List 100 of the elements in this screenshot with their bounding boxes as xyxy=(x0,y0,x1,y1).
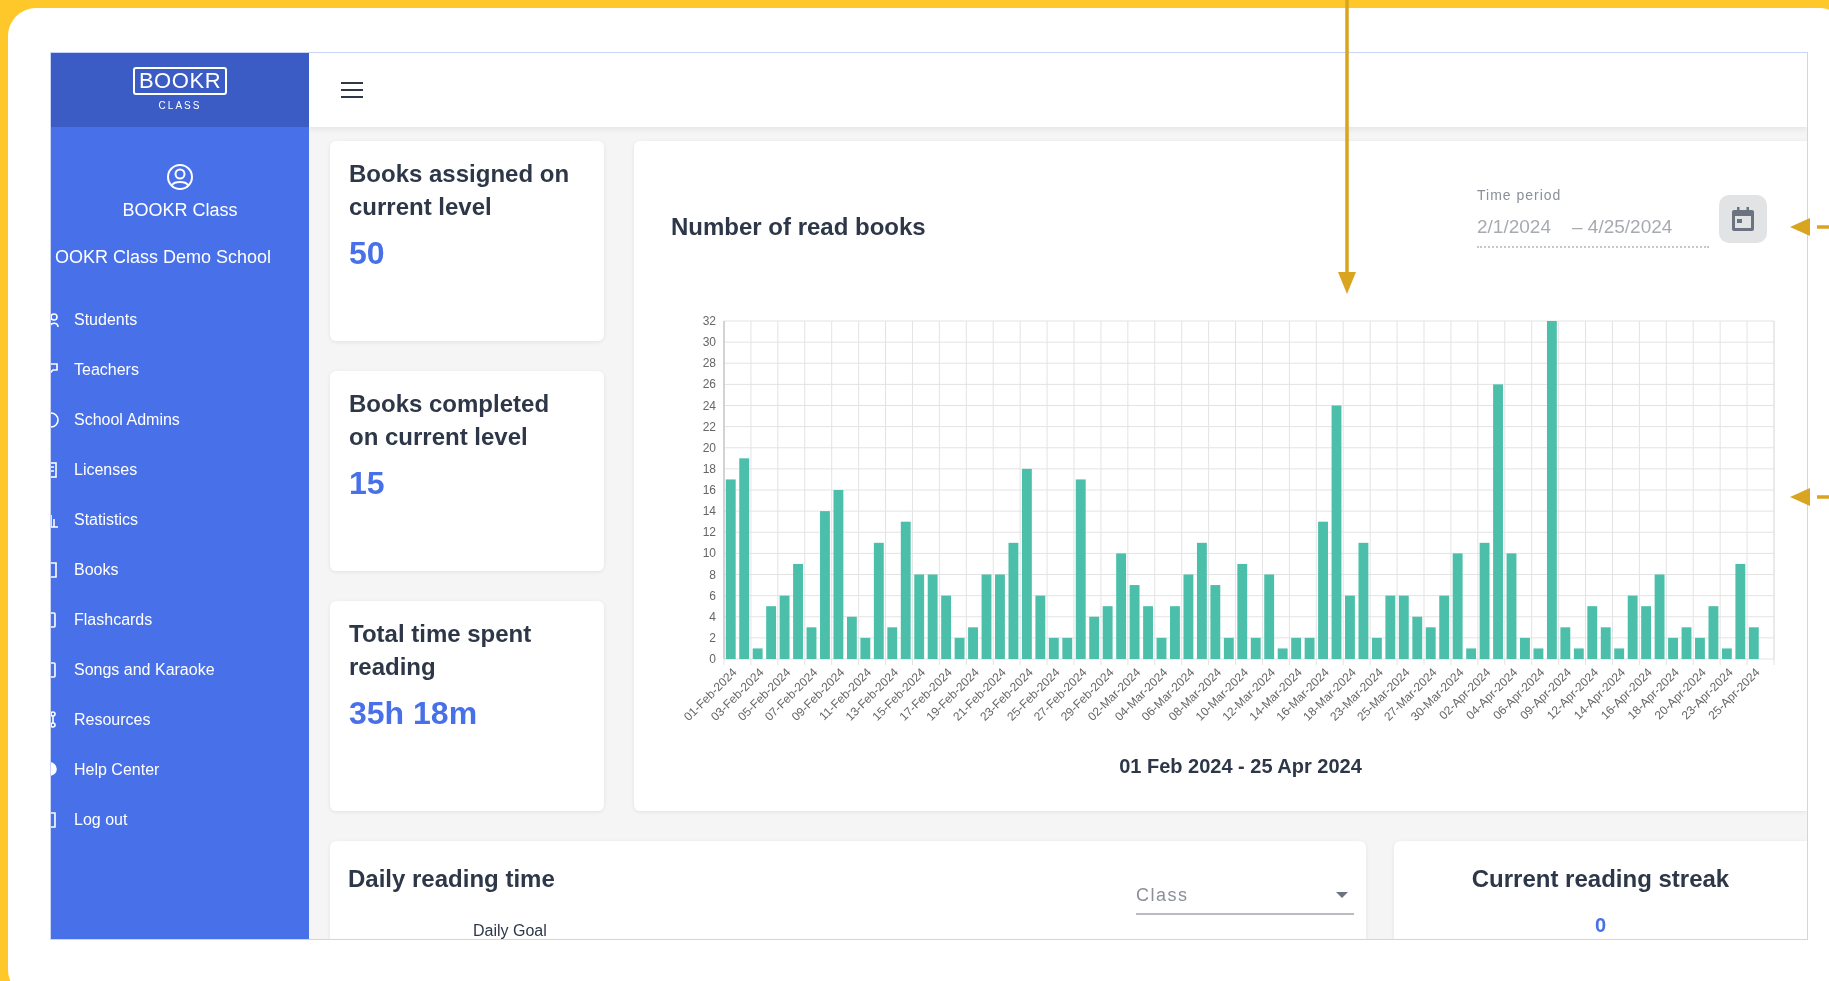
chart-axis-title: 01 Feb 2024 - 25 Apr 2024 xyxy=(1118,754,1363,779)
bar xyxy=(1614,648,1625,659)
nav-item[interactable]: Songs and Karaoke xyxy=(51,659,309,681)
bar xyxy=(846,616,857,659)
bar xyxy=(1573,648,1584,659)
y-tick-label: 12 xyxy=(702,525,716,540)
bar xyxy=(1385,595,1396,659)
stat-value: 50 xyxy=(349,234,386,273)
bar xyxy=(1721,648,1732,659)
y-tick-label: 20 xyxy=(702,440,716,455)
bar xyxy=(1170,606,1180,659)
bar xyxy=(1250,637,1261,659)
bar xyxy=(1371,637,1382,659)
bar xyxy=(1466,648,1477,659)
bar xyxy=(1600,627,1611,659)
bar xyxy=(1223,637,1234,659)
bar xyxy=(1668,637,1678,659)
bar xyxy=(860,637,871,659)
logo-wordmark: BOOKR xyxy=(132,67,228,95)
stat-title: Total time spent reading xyxy=(349,619,533,682)
bar xyxy=(1156,637,1167,659)
bar xyxy=(1520,637,1530,659)
nav-item[interactable]: Resources xyxy=(51,709,309,731)
y-tick-label: 32 xyxy=(702,314,716,328)
user-circle-icon xyxy=(166,163,194,191)
legend-label: Daily Goal xyxy=(473,921,547,939)
bar xyxy=(1089,616,1100,659)
bar xyxy=(1748,627,1759,659)
bar xyxy=(806,627,817,659)
stat-value: 35h 18m xyxy=(349,694,479,733)
bar xyxy=(1412,616,1423,659)
bar xyxy=(887,627,898,659)
logo-subtitle: CLASS xyxy=(158,99,202,113)
y-tick-label: 16 xyxy=(702,483,716,497)
y-tick-label: 26 xyxy=(702,377,716,392)
y-tick-label: 6 xyxy=(709,588,716,603)
nav-item[interactable]: Statistics xyxy=(51,509,309,531)
y-tick-label: 18 xyxy=(702,461,716,476)
bar xyxy=(1627,595,1638,659)
bar xyxy=(1304,637,1315,659)
y-tick-label: 28 xyxy=(702,356,716,371)
dropdown-caret-icon xyxy=(1336,892,1348,898)
bar xyxy=(752,648,763,659)
nav-item[interactable]: School Admins xyxy=(51,409,309,431)
nav-item[interactable]: Licenses xyxy=(51,459,309,481)
card-title: Daily reading time xyxy=(348,864,555,894)
bar xyxy=(1398,595,1409,659)
stat-title: Books assigned on current level xyxy=(349,159,571,222)
y-tick-label: 0 xyxy=(709,652,716,666)
school-name: OOKR Class Demo School xyxy=(54,246,273,269)
calendar-icon xyxy=(1732,207,1754,231)
bar xyxy=(1345,595,1355,659)
y-tick-label: 4 xyxy=(709,609,716,624)
y-tick-label: 10 xyxy=(702,546,716,561)
bar xyxy=(779,595,790,659)
bar xyxy=(1708,606,1719,659)
bar xyxy=(1533,648,1544,659)
y-tick-label: 24 xyxy=(702,398,716,413)
nav-item[interactable]: Flashcards xyxy=(51,609,309,631)
class-select[interactable]: Class xyxy=(1136,877,1354,915)
bar xyxy=(1587,606,1598,659)
bar xyxy=(1102,606,1113,659)
bar xyxy=(1048,637,1059,659)
bar xyxy=(766,606,777,659)
streak-value: 0 xyxy=(1594,915,1607,935)
bar xyxy=(954,637,965,659)
bar xyxy=(1425,627,1436,659)
bar xyxy=(1695,637,1705,659)
y-tick-label: 2 xyxy=(709,630,716,645)
bar xyxy=(1143,606,1153,659)
bar xyxy=(941,595,952,659)
bar xyxy=(1681,627,1692,659)
bar xyxy=(968,627,978,659)
nav-item[interactable]: Students xyxy=(51,309,309,331)
time-period-label: Time period xyxy=(1477,186,1563,205)
bar xyxy=(1641,606,1652,659)
nav-item[interactable]: Books xyxy=(51,559,309,581)
bar xyxy=(1035,595,1046,659)
nav-item[interactable]: Help Center xyxy=(51,759,309,781)
chart-title: Number of read books xyxy=(671,212,926,242)
y-tick-label: 22 xyxy=(702,419,716,434)
stat-title: Books completed on current level xyxy=(349,389,551,452)
bar xyxy=(1291,637,1302,659)
bar xyxy=(1062,637,1073,659)
nav-item[interactable]: Log out xyxy=(51,809,309,831)
y-tick-label: 8 xyxy=(709,567,716,582)
date-range-field[interactable]: 2/1/2024 – 4/25/2024 xyxy=(1477,208,1709,248)
bar xyxy=(1439,595,1450,659)
bar xyxy=(1277,648,1288,659)
y-tick-label: 30 xyxy=(702,335,716,350)
nav-item[interactable]: Teachers xyxy=(51,359,309,381)
annotation-arrow xyxy=(1790,218,1829,236)
menu-icon[interactable] xyxy=(341,82,363,98)
annotation-arrow xyxy=(1790,488,1829,506)
bar xyxy=(1560,627,1571,659)
card-title: Current reading streak xyxy=(1471,864,1730,894)
stat-value: 15 xyxy=(349,464,386,503)
calendar-button[interactable] xyxy=(1719,195,1767,243)
account-name: BOOKR Class xyxy=(122,199,238,222)
y-tick-label: 14 xyxy=(702,504,716,519)
